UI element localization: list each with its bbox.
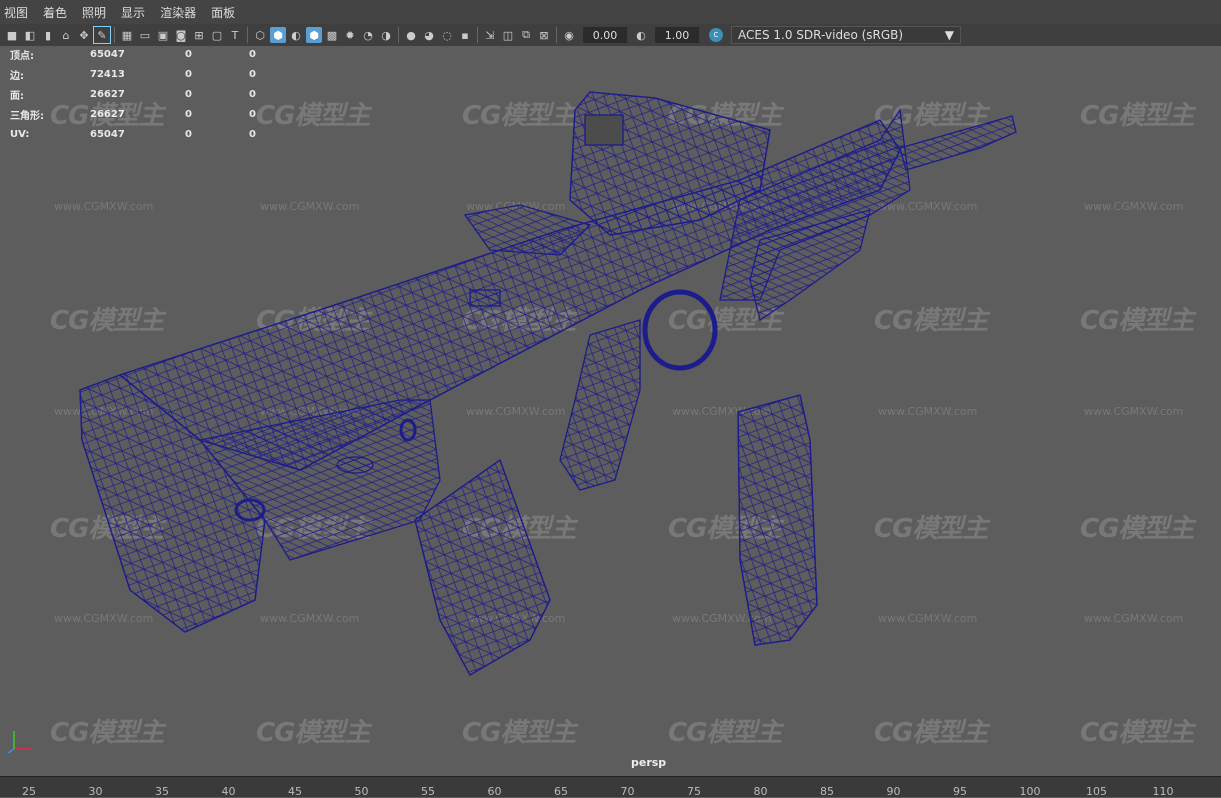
timeline-tick: 105	[1086, 785, 1107, 798]
timeline-tick: 35	[155, 785, 169, 798]
timeline-tick: 55	[421, 785, 435, 798]
timeline-tick: 90	[886, 785, 901, 798]
rifle-wireframe-model[interactable]	[0, 0, 1221, 796]
rifle-body	[79, 91, 1017, 676]
timeline-tick: 100	[1019, 785, 1041, 798]
timeline-tick: 40	[221, 785, 236, 798]
time-slider[interactable]: 25 30 35 40 45 50 55 60 65 70 75 80 85 90 95 100 105 110	[0, 776, 1221, 798]
axis-gizmo	[7, 731, 32, 754]
timeline-tick: 65	[554, 785, 568, 798]
timeline-tick: 60	[487, 785, 502, 798]
timeline-tick: 110	[1152, 785, 1174, 798]
timeline-tick: 70	[620, 785, 635, 798]
timeline-tick: 75	[687, 785, 701, 798]
timeline-tick: 30	[88, 785, 103, 798]
timeline-tick: 85	[820, 785, 834, 798]
timeline-tick: 45	[288, 785, 302, 798]
timeline-tick: 25	[22, 785, 36, 798]
camera-label: persp	[631, 756, 667, 769]
timeline-tick: 95	[953, 785, 967, 798]
timeline-tick: 80	[753, 785, 768, 798]
timeline-tick: 50	[354, 785, 369, 798]
